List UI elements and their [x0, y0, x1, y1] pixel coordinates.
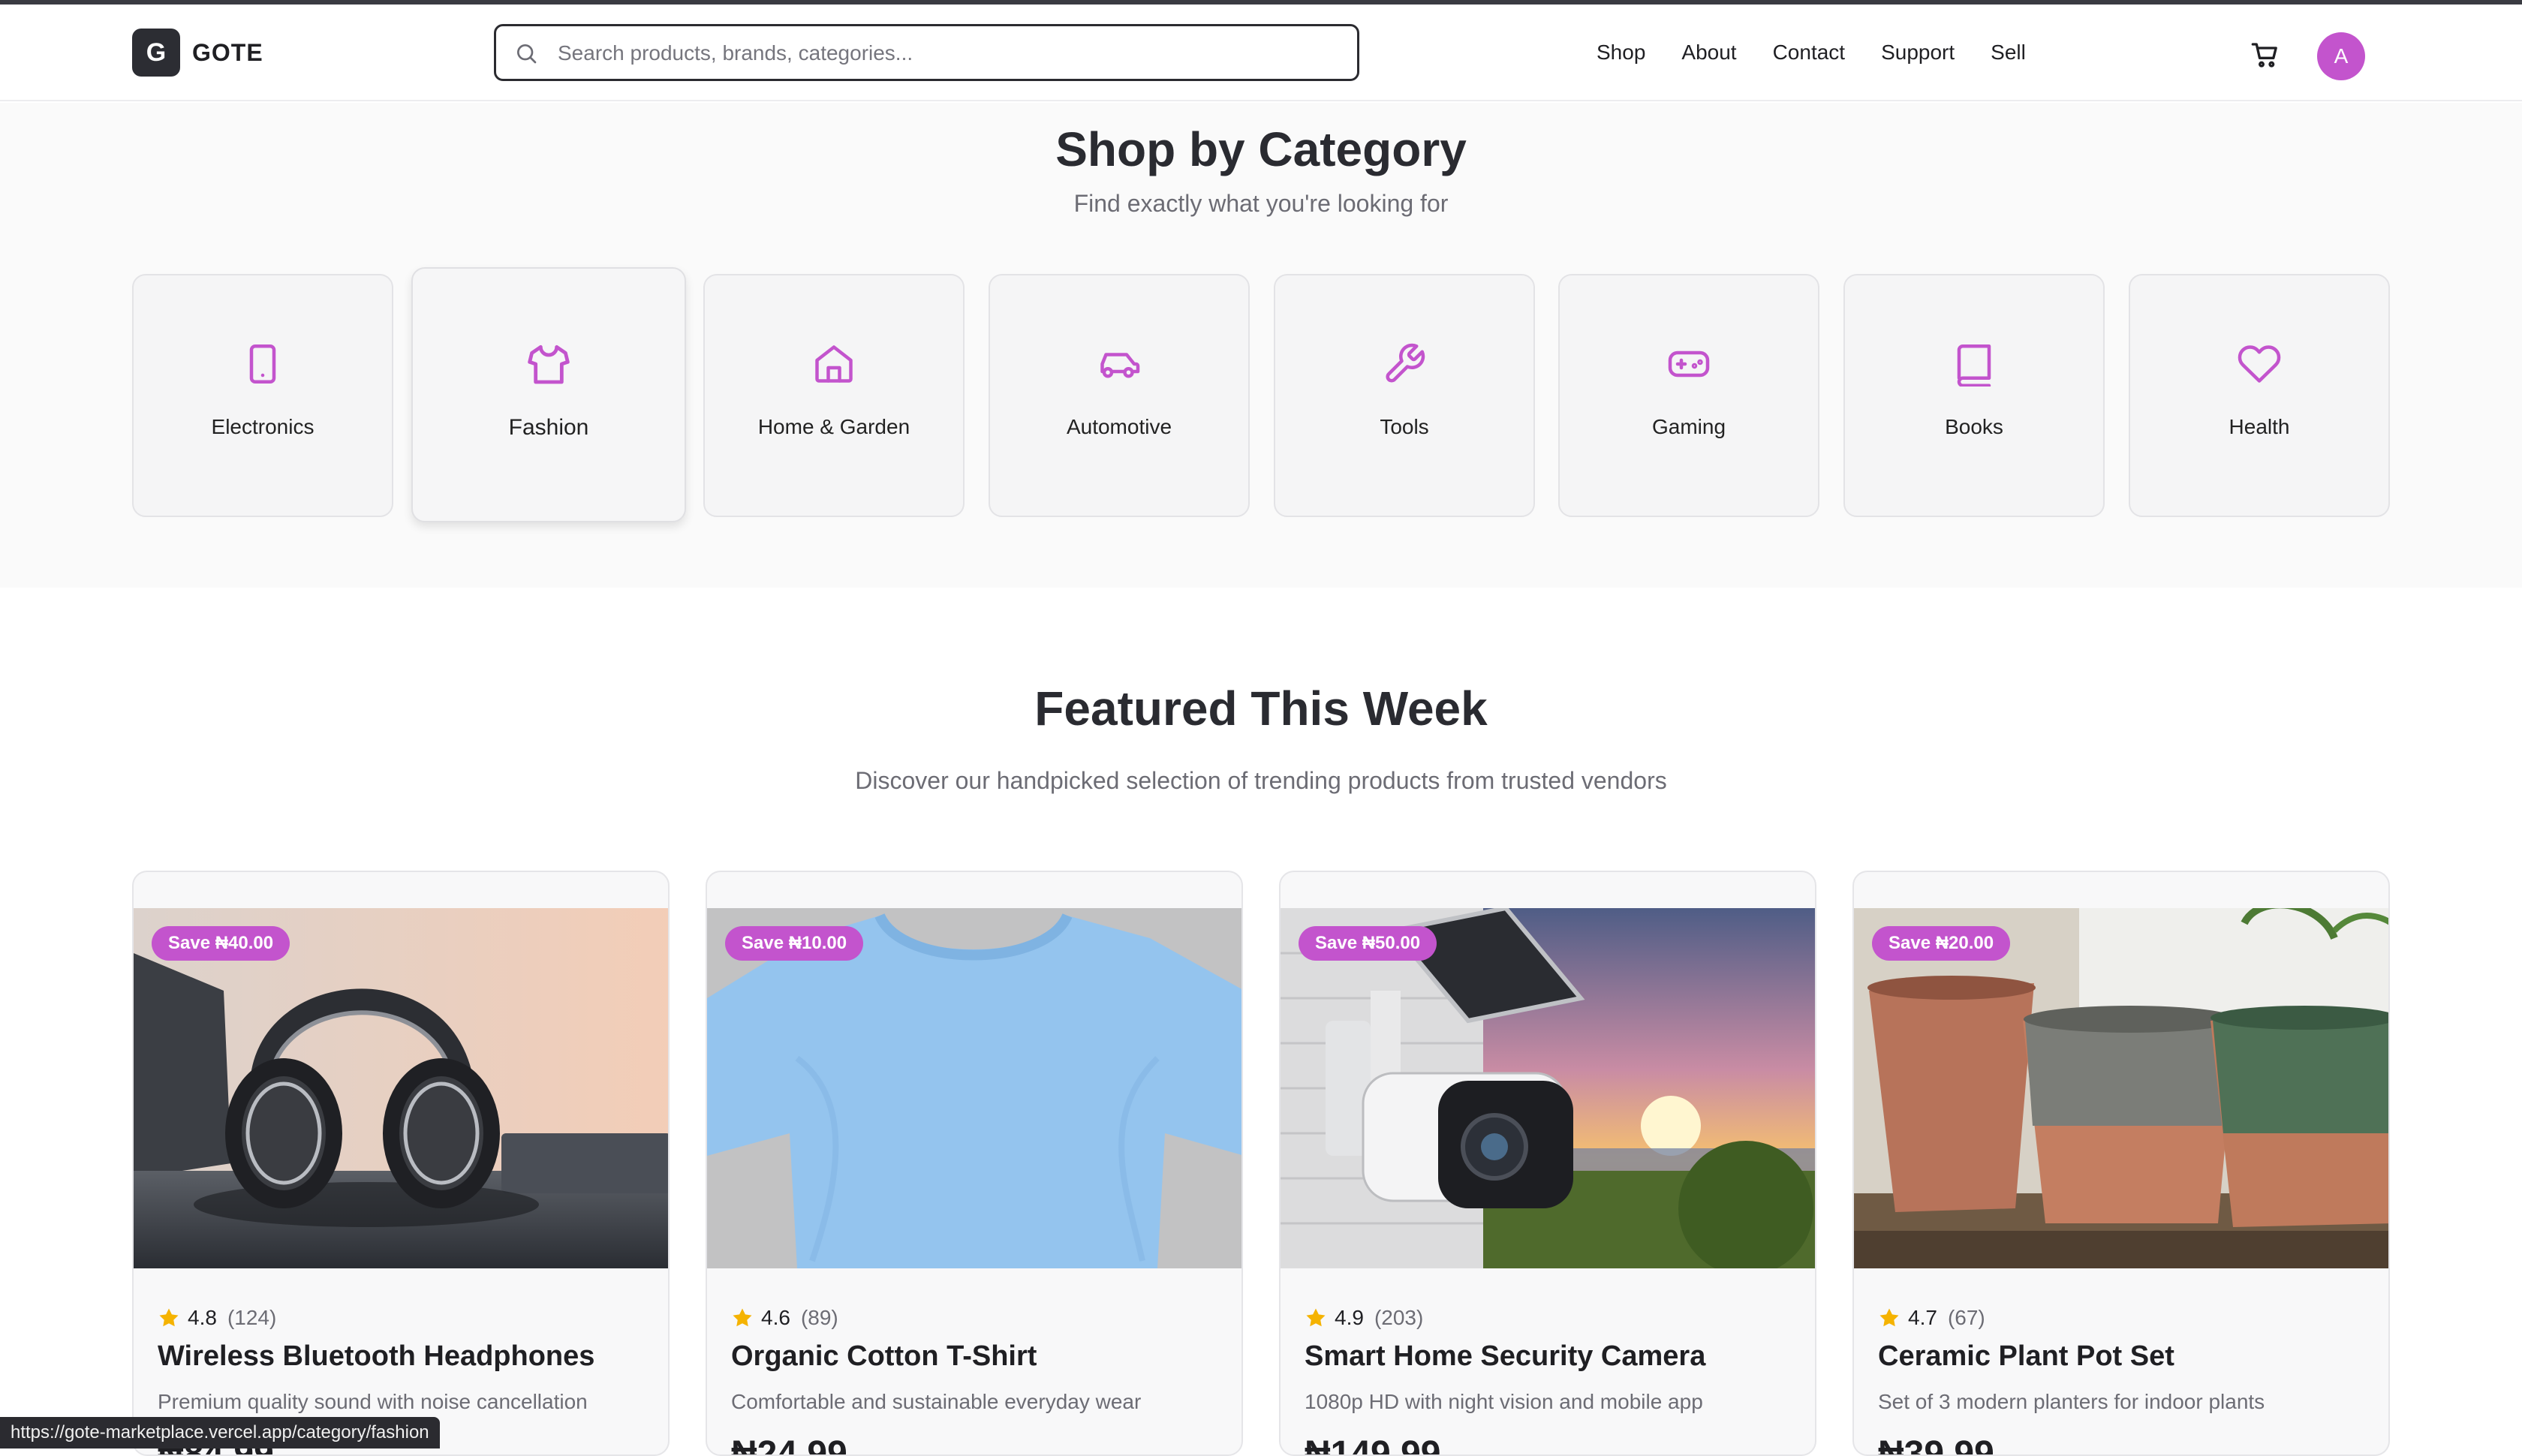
shirt-icon — [528, 344, 570, 384]
rating-value: 4.9 — [1335, 1306, 1364, 1329]
category-section: Shop by Category Find exactly what you'r… — [0, 103, 2522, 588]
category-section-title: Shop by Category — [1055, 122, 1467, 176]
star-icon — [1879, 1308, 1899, 1327]
product-card-tshirt[interactable]: Save ₦10.00 4.6 (89) Organic Cotton T-Sh… — [706, 871, 1243, 1456]
featured-section-subtitle: Discover our handpicked selection of tre… — [855, 767, 1667, 794]
review-count: (89) — [800, 1306, 838, 1329]
nav-link-sell[interactable]: Sell — [1991, 39, 2026, 66]
product-description: Comfortable and sustainable everyday wea… — [731, 1390, 1142, 1413]
search-box[interactable] — [494, 24, 1359, 81]
product-image[interactable] — [1854, 908, 2388, 1268]
discount-badge: Save ₦40.00 — [152, 926, 290, 961]
link-status-bar: https://gote-marketplace.vercel.app/cate… — [0, 1417, 440, 1448]
product-name[interactable]: Smart Home Security Camera — [1305, 1339, 1705, 1373]
rating-value: 4.6 — [761, 1306, 790, 1329]
nav-link-support[interactable]: Support — [1881, 39, 1955, 66]
category-card-electronics[interactable]: Electronics — [132, 274, 393, 517]
rating-value: 4.8 — [188, 1306, 217, 1329]
category-card-health[interactable]: Health — [2129, 274, 2390, 517]
shopping-cart-icon[interactable] — [2250, 41, 2280, 71]
product-card-plant-pots[interactable]: Save ₦20.00 4.7 (67) Ceramic Plant Pot S… — [1852, 871, 2390, 1456]
category-label: Fashion — [508, 415, 589, 440]
product-rating: 4.6 (89) — [731, 1306, 838, 1330]
review-count: (124) — [227, 1306, 277, 1329]
featured-section-title: Featured This Week — [1034, 681, 1488, 736]
nav-link-shop[interactable]: Shop — [1597, 39, 1645, 66]
product-image[interactable] — [1281, 908, 1815, 1268]
category-label: Home & Garden — [757, 415, 910, 438]
logo-mark[interactable]: G — [132, 29, 180, 77]
nav-link-about[interactable]: About — [1681, 39, 1736, 66]
product-rating: 4.8 (124) — [158, 1306, 276, 1330]
house-icon — [815, 345, 853, 383]
star-icon — [733, 1308, 752, 1327]
product-card-headphones[interactable]: Save ₦40.00 4.8 (124) Wireless Bluetooth… — [132, 871, 670, 1456]
product-rating: 4.9 (203) — [1305, 1306, 1423, 1330]
category-card-automotive[interactable]: Automotive — [989, 274, 1250, 517]
book-icon — [1957, 344, 1991, 387]
category-label: Electronics — [211, 415, 314, 438]
category-label: Automotive — [1066, 415, 1172, 438]
search-input[interactable] — [558, 35, 1338, 71]
site-header: G GOTE Shop About Contact Support Sell A — [0, 5, 2522, 101]
discount-badge: Save ₦10.00 — [725, 926, 864, 961]
category-card-home-garden[interactable]: Home & Garden — [703, 274, 965, 517]
product-price: ₦24.99 — [731, 1434, 847, 1456]
smartphone-icon — [249, 344, 276, 384]
product-name[interactable]: Wireless Bluetooth Headphones — [158, 1339, 594, 1373]
brand-name[interactable]: GOTE — [192, 38, 263, 68]
product-image[interactable] — [134, 908, 668, 1268]
wrench-icon — [1386, 343, 1425, 383]
product-description: 1080p HD with night vision and mobile ap… — [1305, 1390, 1703, 1413]
star-icon — [1306, 1308, 1326, 1327]
rating-value: 4.7 — [1908, 1306, 1937, 1329]
gamepad-icon — [1668, 350, 1710, 378]
category-card-tools[interactable]: Tools — [1274, 274, 1535, 517]
review-count: (67) — [1947, 1306, 1985, 1329]
product-description: Premium quality sound with noise cancell… — [158, 1390, 588, 1413]
category-label: Gaming — [1651, 415, 1726, 438]
category-label: Health — [2229, 415, 2290, 438]
main-nav: Shop About Contact Support Sell — [1597, 39, 2062, 66]
car-icon — [1100, 353, 1140, 378]
search-icon — [517, 44, 537, 64]
product-rating: 4.7 (67) — [1878, 1306, 1985, 1330]
category-label: Tools — [1380, 415, 1429, 438]
category-card-books[interactable]: Books — [1843, 274, 2105, 517]
product-image[interactable] — [707, 908, 1241, 1268]
user-avatar[interactable]: A — [2317, 32, 2365, 80]
discount-badge: Save ₦50.00 — [1299, 926, 1437, 961]
nav-link-contact[interactable]: Contact — [1773, 39, 1846, 66]
product-description: Set of 3 modern planters for indoor plan… — [1878, 1390, 2265, 1413]
product-price: ₦39.99 — [1878, 1434, 1994, 1456]
heart-icon — [2238, 345, 2281, 383]
product-name[interactable]: Ceramic Plant Pot Set — [1878, 1339, 2174, 1373]
review-count: (203) — [1374, 1306, 1424, 1329]
category-section-subtitle: Find exactly what you're looking for — [1073, 190, 1449, 217]
discount-badge: Save ₦20.00 — [1872, 926, 2011, 961]
star-icon — [159, 1308, 179, 1327]
category-label: Books — [1945, 415, 2003, 438]
product-name[interactable]: Organic Cotton T-Shirt — [731, 1339, 1037, 1373]
product-price: ₦149.99 — [1305, 1434, 1441, 1456]
category-card-gaming[interactable]: Gaming — [1558, 274, 1819, 517]
category-card-fashion[interactable]: Fashion — [411, 267, 686, 522]
product-card-security-camera[interactable]: Save ₦50.00 4.9 (203) Smart Home Securit… — [1279, 871, 1816, 1456]
